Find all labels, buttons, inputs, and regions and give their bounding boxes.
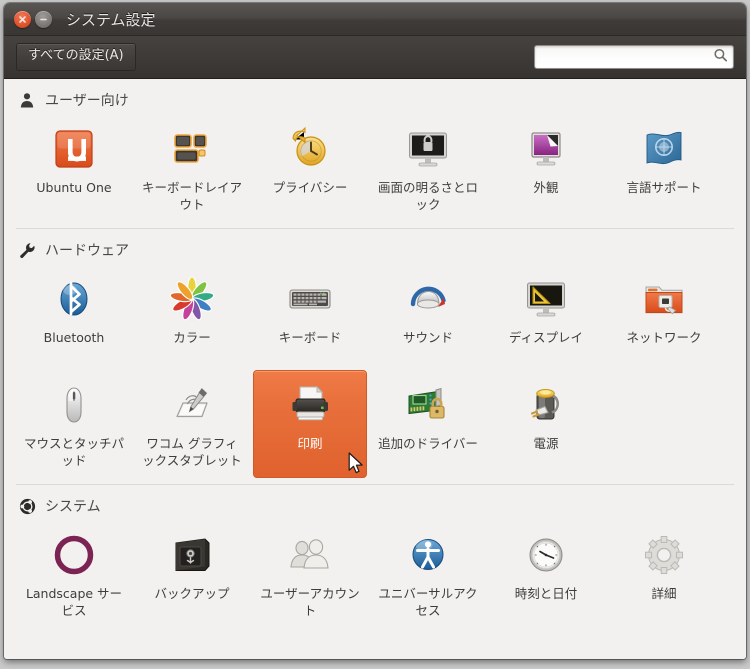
settings-tile-label: Bluetooth	[43, 330, 105, 345]
settings-tile[interactable]: サウンド	[371, 264, 485, 368]
backup-icon	[168, 531, 216, 579]
settings-tile-label: ネットワーク	[626, 330, 702, 345]
wrench-icon	[18, 241, 36, 259]
settings-tile[interactable]: キーボード	[253, 264, 367, 368]
landscape-service-icon	[50, 531, 98, 579]
settings-tile-label: バックアップ	[154, 586, 230, 601]
settings-tile[interactable]: Ubuntu One	[17, 114, 131, 222]
settings-grid: Landscape サービス バックアップ ユーザーアカウント ユニバーサルアク…	[4, 520, 746, 630]
privacy-icon	[286, 125, 334, 173]
universal-access-icon	[404, 531, 452, 579]
settings-tile[interactable]: 言語サポート	[607, 114, 721, 222]
settings-tile[interactable]: ネットワーク	[607, 264, 721, 368]
search-box	[534, 45, 734, 69]
settings-tile[interactable]: ディスプレイ	[489, 264, 603, 368]
settings-tile[interactable]: ユニバーサルアクセス	[371, 520, 485, 628]
minimize-icon[interactable]	[35, 10, 52, 28]
time-date-icon	[522, 531, 570, 579]
all-settings-button[interactable]: すべての設定(A)	[16, 43, 136, 71]
settings-section-personal: ユーザー向け Ubuntu One キーボードレイアウト プライバシー 画面の明…	[4, 79, 746, 228]
section-title: システム	[45, 499, 101, 515]
settings-tile-label: サウンド	[402, 330, 453, 345]
settings-tile-label: プライバシー	[272, 180, 348, 195]
details-icon	[640, 531, 688, 579]
power-icon	[522, 381, 570, 429]
keyboard-icon	[286, 275, 334, 323]
settings-tile-label: Landscape サービス	[25, 586, 123, 618]
settings-tile-label: カラー	[173, 330, 211, 345]
ubuntu-one-icon	[50, 125, 98, 173]
settings-tile[interactable]: 時刻と日付	[489, 520, 603, 628]
wacom-tablet-icon	[168, 381, 216, 429]
settings-tile-label: 電源	[533, 436, 559, 451]
settings-tile[interactable]: Landscape サービス	[17, 520, 131, 628]
settings-tile-label: 画面の明るさとロック	[377, 180, 478, 212]
settings-tile[interactable]: 印刷	[253, 370, 367, 478]
system-settings-window: システム設定 すべての設定(A) ユーザー向け Ubuntu One キーボード…	[4, 3, 746, 659]
display-icon	[522, 275, 570, 323]
language-support-icon	[640, 125, 688, 173]
settings-tile[interactable]: Bluetooth	[17, 264, 131, 368]
color-icon	[168, 275, 216, 323]
settings-section-system: システム Landscape サービス バックアップ ユーザーアカウント ユニバ…	[4, 484, 746, 634]
section-title: ユーザー向け	[45, 93, 129, 109]
section-header: システム	[4, 485, 746, 520]
settings-tile-label: 言語サポート	[626, 180, 702, 195]
settings-tile-label: ユニバーサルアクセス	[378, 586, 478, 618]
mouse-touchpad-icon	[50, 381, 98, 429]
bluetooth-icon	[50, 275, 98, 323]
settings-tile-label: 時刻と日付	[514, 586, 578, 601]
sound-icon	[404, 275, 452, 323]
window-title: システム設定	[66, 10, 156, 29]
settings-tile[interactable]: ユーザーアカウント	[253, 520, 367, 628]
settings-tile-label: マウスとタッチパッド	[23, 436, 124, 468]
settings-tile[interactable]: 追加のドライバー	[371, 370, 485, 478]
section-title: ハードウェア	[45, 243, 129, 259]
settings-tile[interactable]: ワコム グラフィックスタブレット	[135, 370, 249, 478]
settings-tile-label: 印刷	[297, 436, 323, 451]
additional-drivers-icon	[404, 381, 452, 429]
screen: システム設定 すべての設定(A) ユーザー向け Ubuntu One キーボード…	[0, 0, 750, 669]
printer-icon	[286, 381, 334, 429]
appearance-icon	[522, 125, 570, 173]
settings-tile[interactable]: 電源	[489, 370, 603, 478]
settings-panel: ユーザー向け Ubuntu One キーボードレイアウト プライバシー 画面の明…	[4, 79, 746, 659]
network-icon	[640, 275, 688, 323]
settings-tile-label: 外観	[533, 180, 559, 195]
ubuntu-logo-icon	[18, 497, 36, 515]
settings-tile[interactable]: バックアップ	[135, 520, 249, 628]
section-header: ハードウェア	[4, 229, 746, 264]
user-accounts-icon	[286, 531, 334, 579]
settings-tile-label: ユーザーアカウント	[260, 586, 360, 618]
keyboard-layout-icon	[168, 125, 216, 173]
search-input[interactable]	[534, 45, 734, 69]
settings-tile-label: ワコム グラフィックスタブレット	[142, 436, 242, 468]
close-icon[interactable]	[14, 10, 31, 28]
settings-tile[interactable]: 詳細	[607, 520, 721, 628]
settings-tile[interactable]: 外観	[489, 114, 603, 222]
settings-tile-label: 追加のドライバー	[378, 436, 478, 451]
settings-grid: Ubuntu One キーボードレイアウト プライバシー 画面の明るさとロック	[4, 114, 746, 224]
settings-tile-label: Ubuntu One	[36, 180, 112, 195]
settings-tile-label: ディスプレイ	[508, 330, 584, 345]
brightness-lock-icon	[404, 125, 452, 173]
title-bar: システム設定	[4, 3, 746, 36]
settings-tile[interactable]: 画面の明るさとロック	[371, 114, 485, 222]
settings-grid: Bluetooth カラー キーボード サウンド ディスプレイ ネットワーク マ…	[4, 264, 746, 480]
settings-tile[interactable]: プライバシー	[253, 114, 367, 222]
settings-tile-label: キーボードレイアウト	[141, 180, 242, 212]
settings-section-hardware: ハードウェア Bluetooth カラー キーボード サウンド ディスプレイ ネ…	[4, 228, 746, 484]
settings-tile-label: 詳細	[651, 586, 677, 601]
settings-tile[interactable]: カラー	[135, 264, 249, 368]
settings-tile[interactable]: マウスとタッチパッド	[17, 370, 131, 478]
person-icon	[18, 91, 36, 109]
settings-tile-label: キーボード	[278, 330, 342, 345]
settings-tile[interactable]: キーボードレイアウト	[135, 114, 249, 222]
toolbar: すべての設定(A)	[4, 36, 746, 79]
section-header: ユーザー向け	[4, 79, 746, 114]
